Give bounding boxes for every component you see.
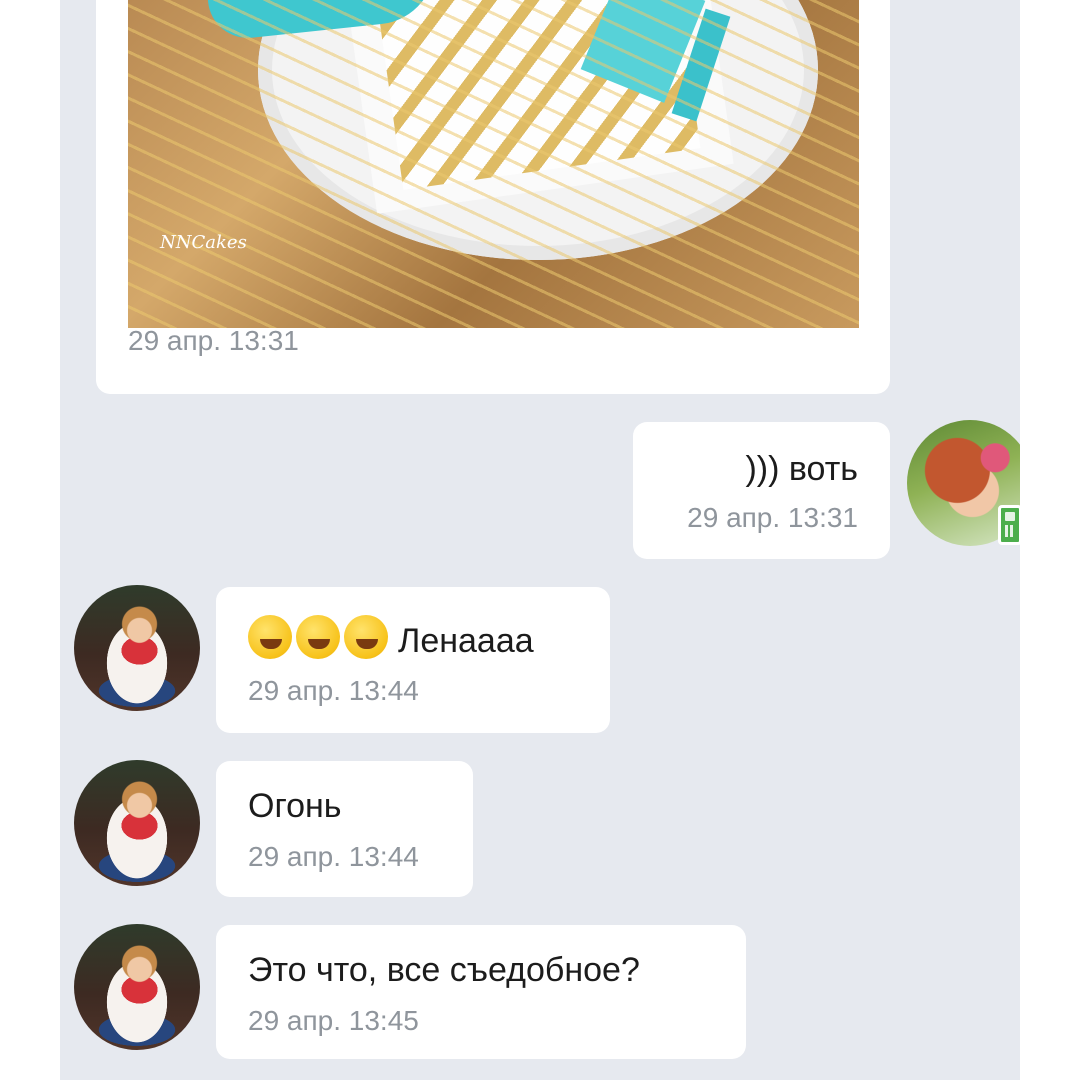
photo-watermark: NNCakes [160, 232, 247, 253]
mobile-phone-icon [998, 505, 1020, 545]
laughing-emoji-icon [344, 615, 388, 659]
message-text-label: Ленаааа [398, 621, 534, 660]
message-time: 29 апр. 13:31 [128, 325, 299, 356]
outgoing-message-bubble[interactable]: ))) воть 29 апр. 13:31 [633, 422, 890, 559]
contact-avatar[interactable] [74, 585, 200, 711]
incoming-message-bubble[interactable]: Ленаааа 29 апр. 13:44 [216, 587, 610, 733]
message-time: 29 апр. 13:45 [248, 1005, 419, 1036]
contact-avatar[interactable] [74, 924, 200, 1050]
cake-photo[interactable]: NNCakes [128, 0, 859, 328]
message-time: 29 апр. 13:44 [248, 841, 419, 872]
laughing-emoji-icon [296, 615, 340, 659]
incoming-message-bubble[interactable]: Это что, все съедобное? 29 апр. 13:45 [216, 925, 746, 1059]
photo-message-bubble[interactable]: NNCakes 29 апр. 13:31 [96, 0, 890, 394]
chat-history[interactable]: NNCakes 29 апр. 13:31 ))) воть 29 апр. 1… [60, 0, 1020, 1080]
contact-avatar[interactable] [74, 760, 200, 886]
message-time: 29 апр. 13:31 [687, 502, 858, 533]
message-text: Огонь [248, 787, 342, 825]
message-text: Это что, все съедобное? [248, 951, 640, 989]
message-text: ))) воть [745, 450, 858, 488]
laughing-emoji-icon [248, 615, 292, 659]
incoming-message-bubble[interactable]: Огонь 29 апр. 13:44 [216, 761, 473, 897]
message-time: 29 апр. 13:44 [248, 675, 419, 706]
straw-texture [128, 0, 859, 328]
message-text: Ленаааа [248, 615, 534, 663]
